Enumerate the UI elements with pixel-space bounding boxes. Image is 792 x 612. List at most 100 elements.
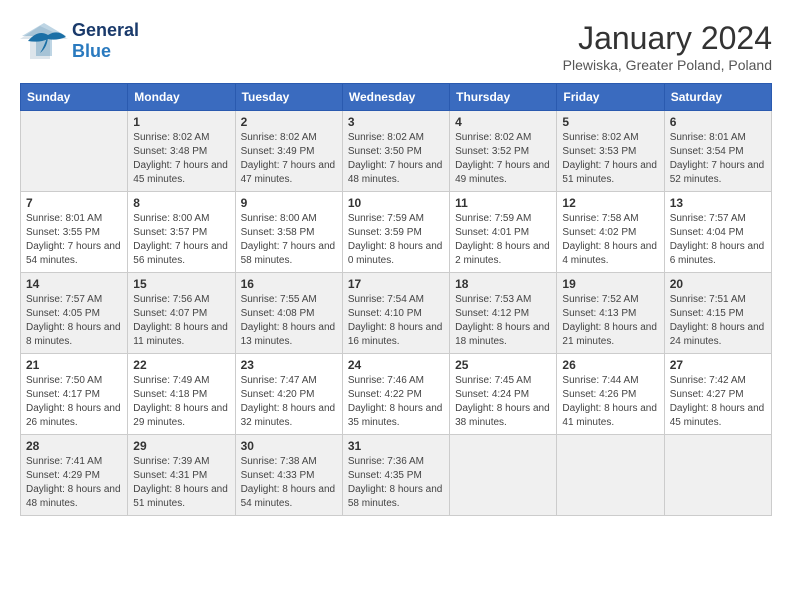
day-cell: 3 Sunrise: 8:02 AMSunset: 3:50 PMDaylight…: [342, 111, 449, 192]
day-info: Sunrise: 7:55 AMSunset: 4:08 PMDaylight:…: [241, 293, 337, 349]
day-info: Sunrise: 7:57 AMSunset: 4:05 PMDaylight:…: [26, 293, 122, 349]
day-cell: 29 Sunrise: 7:39 AMSunset: 4:31 PMDayligh…: [128, 435, 235, 516]
day-cell: 27 Sunrise: 7:42 AMSunset: 4:27 PMDayligh…: [664, 354, 771, 435]
day-number: 28: [26, 439, 122, 453]
page-header: General Blue January 2024 Plewiska, Grea…: [20, 20, 772, 73]
day-number: 31: [348, 439, 444, 453]
day-cell: 28 Sunrise: 7:41 AMSunset: 4:29 PMDayligh…: [21, 435, 128, 516]
day-number: 16: [241, 277, 337, 291]
week-row-4: 21Sunrise: 7:50 AMSunset: 4:17 PMDayligh…: [21, 354, 772, 435]
logo: General Blue: [20, 20, 139, 62]
day-cell: 30Sunrise: 7:38 AMSunset: 4:33 PMDayligh…: [235, 435, 342, 516]
day-cell: 16 Sunrise: 7:55 AMSunset: 4:08 PMDayligh…: [235, 273, 342, 354]
logo-blue: Blue: [72, 41, 111, 61]
day-number: 4: [455, 115, 551, 129]
day-number: 30: [241, 439, 337, 453]
day-info: Sunrise: 8:02 AMSunset: 3:49 PMDaylight:…: [241, 131, 337, 187]
day-cell: 6 Sunrise: 8:01 AMSunset: 3:54 PMDaylight…: [664, 111, 771, 192]
day-info: Sunrise: 7:46 AMSunset: 4:22 PMDaylight:…: [348, 374, 444, 430]
day-info: Sunrise: 8:01 AMSunset: 3:55 PMDaylight:…: [26, 212, 122, 268]
day-number: 24: [348, 358, 444, 372]
day-cell: 13Sunrise: 7:57 AMSunset: 4:04 PMDayligh…: [664, 192, 771, 273]
header-cell-friday: Friday: [557, 84, 664, 111]
day-number: 12: [562, 196, 658, 210]
day-number: 15: [133, 277, 229, 291]
day-number: 14: [26, 277, 122, 291]
header-cell-tuesday: Tuesday: [235, 84, 342, 111]
header-cell-monday: Monday: [128, 84, 235, 111]
day-number: 10: [348, 196, 444, 210]
day-cell: 17Sunrise: 7:54 AMSunset: 4:10 PMDayligh…: [342, 273, 449, 354]
day-number: 3: [348, 115, 444, 129]
calendar-table: SundayMondayTuesdayWednesdayThursdayFrid…: [20, 83, 772, 516]
day-cell: 7Sunrise: 8:01 AMSunset: 3:55 PMDaylight…: [21, 192, 128, 273]
day-cell: 31 Sunrise: 7:36 AMSunset: 4:35 PMDayligh…: [342, 435, 449, 516]
header-cell-saturday: Saturday: [664, 84, 771, 111]
day-info: Sunrise: 7:36 AMSunset: 4:35 PMDaylight:…: [348, 455, 444, 511]
day-info: Sunrise: 7:41 AMSunset: 4:29 PMDaylight:…: [26, 455, 122, 511]
logo-text: General Blue: [72, 20, 139, 62]
day-cell: 8 Sunrise: 8:00 AMSunset: 3:57 PMDaylight…: [128, 192, 235, 273]
day-cell: 19 Sunrise: 7:52 AMSunset: 4:13 PMDayligh…: [557, 273, 664, 354]
day-cell: 5 Sunrise: 8:02 AMSunset: 3:53 PMDaylight…: [557, 111, 664, 192]
logo-general: General: [72, 20, 139, 40]
day-number: 11: [455, 196, 551, 210]
title-block: January 2024 Plewiska, Greater Poland, P…: [563, 20, 772, 73]
week-row-1: 1Sunrise: 8:02 AMSunset: 3:48 PMDaylight…: [21, 111, 772, 192]
day-info: Sunrise: 7:59 AMSunset: 4:01 PMDaylight:…: [455, 212, 551, 268]
day-number: 23: [241, 358, 337, 372]
day-cell: [664, 435, 771, 516]
day-number: 29: [133, 439, 229, 453]
day-info: Sunrise: 8:01 AMSunset: 3:54 PMDaylight:…: [670, 131, 766, 187]
day-cell: 21Sunrise: 7:50 AMSunset: 4:17 PMDayligh…: [21, 354, 128, 435]
day-cell: 26 Sunrise: 7:44 AMSunset: 4:26 PMDayligh…: [557, 354, 664, 435]
day-info: Sunrise: 7:39 AMSunset: 4:31 PMDaylight:…: [133, 455, 229, 511]
day-number: 19: [562, 277, 658, 291]
day-number: 27: [670, 358, 766, 372]
day-number: 5: [562, 115, 658, 129]
week-row-3: 14 Sunrise: 7:57 AMSunset: 4:05 PMDayligh…: [21, 273, 772, 354]
day-info: Sunrise: 7:58 AMSunset: 4:02 PMDaylight:…: [562, 212, 658, 268]
day-info: Sunrise: 7:42 AMSunset: 4:27 PMDaylight:…: [670, 374, 766, 430]
day-info: Sunrise: 7:52 AMSunset: 4:13 PMDaylight:…: [562, 293, 658, 349]
day-info: Sunrise: 7:59 AMSunset: 3:59 PMDaylight:…: [348, 212, 444, 268]
day-cell: 4 Sunrise: 8:02 AMSunset: 3:52 PMDaylight…: [450, 111, 557, 192]
day-info: Sunrise: 8:02 AMSunset: 3:50 PMDaylight:…: [348, 131, 444, 187]
header-cell-sunday: Sunday: [21, 84, 128, 111]
week-row-2: 7Sunrise: 8:01 AMSunset: 3:55 PMDaylight…: [21, 192, 772, 273]
day-info: Sunrise: 7:47 AMSunset: 4:20 PMDaylight:…: [241, 374, 337, 430]
header-row: SundayMondayTuesdayWednesdayThursdayFrid…: [21, 84, 772, 111]
day-number: 13: [670, 196, 766, 210]
day-info: Sunrise: 7:49 AMSunset: 4:18 PMDaylight:…: [133, 374, 229, 430]
day-cell: 25 Sunrise: 7:45 AMSunset: 4:24 PMDayligh…: [450, 354, 557, 435]
day-number: 20: [670, 277, 766, 291]
day-cell: 1Sunrise: 8:02 AMSunset: 3:48 PMDaylight…: [128, 111, 235, 192]
day-number: 26: [562, 358, 658, 372]
day-info: Sunrise: 7:44 AMSunset: 4:26 PMDaylight:…: [562, 374, 658, 430]
day-info: Sunrise: 8:02 AMSunset: 3:52 PMDaylight:…: [455, 131, 551, 187]
day-cell: 20 Sunrise: 7:51 AMSunset: 4:15 PMDayligh…: [664, 273, 771, 354]
day-info: Sunrise: 8:00 AMSunset: 3:57 PMDaylight:…: [133, 212, 229, 268]
day-info: Sunrise: 7:45 AMSunset: 4:24 PMDaylight:…: [455, 374, 551, 430]
day-number: 17: [348, 277, 444, 291]
day-info: Sunrise: 7:51 AMSunset: 4:15 PMDaylight:…: [670, 293, 766, 349]
day-info: Sunrise: 8:00 AMSunset: 3:58 PMDaylight:…: [241, 212, 337, 268]
day-number: 8: [133, 196, 229, 210]
day-cell: 18 Sunrise: 7:53 AMSunset: 4:12 PMDayligh…: [450, 273, 557, 354]
logo-icon: [20, 21, 68, 61]
header-cell-thursday: Thursday: [450, 84, 557, 111]
day-info: Sunrise: 7:53 AMSunset: 4:12 PMDaylight:…: [455, 293, 551, 349]
day-number: 25: [455, 358, 551, 372]
day-number: 18: [455, 277, 551, 291]
day-cell: 14 Sunrise: 7:57 AMSunset: 4:05 PMDayligh…: [21, 273, 128, 354]
day-cell: 11 Sunrise: 7:59 AMSunset: 4:01 PMDayligh…: [450, 192, 557, 273]
day-cell: 15Sunrise: 7:56 AMSunset: 4:07 PMDayligh…: [128, 273, 235, 354]
day-number: 6: [670, 115, 766, 129]
day-info: Sunrise: 8:02 AMSunset: 3:53 PMDaylight:…: [562, 131, 658, 187]
day-cell: [557, 435, 664, 516]
day-info: Sunrise: 7:50 AMSunset: 4:17 PMDaylight:…: [26, 374, 122, 430]
day-cell: 23 Sunrise: 7:47 AMSunset: 4:20 PMDayligh…: [235, 354, 342, 435]
day-cell: 24 Sunrise: 7:46 AMSunset: 4:22 PMDayligh…: [342, 354, 449, 435]
day-cell: 10 Sunrise: 7:59 AMSunset: 3:59 PMDayligh…: [342, 192, 449, 273]
day-info: Sunrise: 8:02 AMSunset: 3:48 PMDaylight:…: [133, 131, 229, 187]
